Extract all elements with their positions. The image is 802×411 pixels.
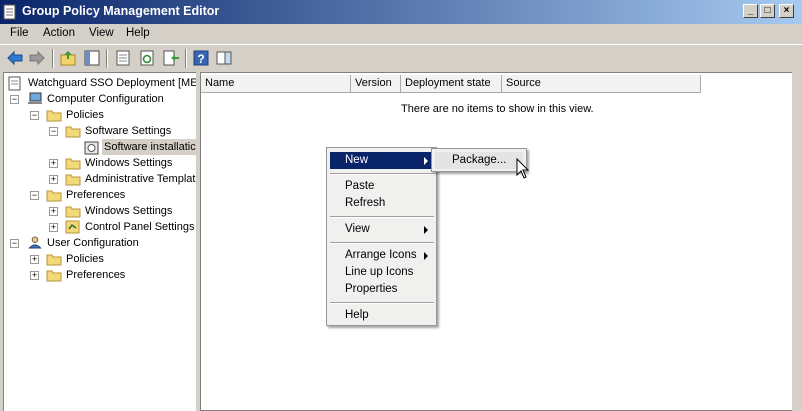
new-submenu: Package... bbox=[431, 148, 527, 172]
menu-help[interactable]: Help bbox=[126, 27, 150, 39]
tree-policies[interactable]: − Policies bbox=[4, 107, 194, 123]
tree-windows-settings-label: Windows Settings bbox=[85, 157, 173, 169]
toolbar: ? bbox=[0, 44, 802, 72]
tree-user-preferences-label: Preferences bbox=[66, 269, 126, 281]
mouse-cursor-icon bbox=[516, 158, 530, 179]
tree-preferences[interactable]: − Preferences bbox=[4, 187, 194, 203]
tree-user-preferences[interactable]: + Preferences bbox=[4, 267, 194, 283]
gpo-editor-icon bbox=[3, 4, 16, 20]
folder-icon bbox=[65, 174, 81, 186]
column-header-deployment-state[interactable]: Deployment state bbox=[401, 75, 502, 93]
tree-software-settings-label: Software Settings bbox=[85, 125, 172, 137]
tree-preferences-windows-settings[interactable]: + Windows Settings bbox=[4, 203, 194, 219]
refresh-icon[interactable] bbox=[138, 49, 156, 67]
context-menu-properties[interactable]: Properties bbox=[330, 281, 434, 298]
context-menu-view[interactable]: View bbox=[330, 221, 434, 238]
tree-software-installation[interactable]: Software installatic bbox=[4, 139, 196, 155]
expand-toggle[interactable]: + bbox=[49, 175, 58, 184]
collapse-toggle[interactable]: − bbox=[30, 191, 39, 200]
folder-icon bbox=[65, 158, 81, 170]
tree-control-panel-settings-label: Control Panel Settings bbox=[85, 221, 195, 233]
show-hide-tree-icon[interactable] bbox=[83, 49, 101, 67]
export-list-icon[interactable] bbox=[162, 49, 180, 67]
column-header-name[interactable]: Name bbox=[201, 75, 351, 93]
tree-preferences-label: Preferences bbox=[66, 189, 126, 201]
vertical-scrollbar[interactable] bbox=[792, 72, 802, 411]
submenu-arrow-icon bbox=[424, 252, 428, 260]
forward-arrow-icon[interactable] bbox=[28, 49, 46, 67]
minimize-button[interactable]: _ bbox=[743, 4, 758, 18]
expand-toggle[interactable]: + bbox=[49, 207, 58, 216]
tree-user-configuration-label: User Configuration bbox=[47, 237, 139, 249]
folder-icon bbox=[46, 190, 62, 202]
tree-software-installation-label: Software installatic bbox=[102, 139, 196, 155]
title-bar: Group Policy Management Editor _ □ × bbox=[0, 0, 802, 24]
context-menu-line-up-icons[interactable]: Line up Icons bbox=[330, 264, 434, 281]
tree-control-panel-settings[interactable]: + Control Panel Settings bbox=[4, 219, 194, 235]
details-pane[interactable]: Name Version Deployment state Source The… bbox=[200, 72, 792, 411]
back-arrow-icon[interactable] bbox=[6, 49, 24, 67]
column-header-source[interactable]: Source bbox=[502, 75, 701, 93]
close-button[interactable]: × bbox=[779, 4, 794, 18]
expand-toggle[interactable]: + bbox=[49, 223, 58, 232]
folder-icon bbox=[65, 126, 81, 138]
tree-software-settings[interactable]: − Software Settings bbox=[4, 123, 194, 139]
tree-computer-configuration-label: Computer Configuration bbox=[47, 93, 164, 105]
context-menu-new-label: New bbox=[345, 154, 369, 166]
folder-icon bbox=[46, 270, 62, 282]
expand-toggle[interactable]: + bbox=[30, 255, 39, 264]
tree-user-policies[interactable]: + Policies bbox=[4, 251, 194, 267]
collapse-toggle[interactable]: − bbox=[10, 95, 19, 104]
computer-icon bbox=[28, 92, 42, 104]
maximize-button[interactable]: □ bbox=[760, 4, 775, 18]
expand-toggle[interactable]: + bbox=[30, 271, 39, 280]
gpo-icon bbox=[8, 76, 21, 91]
submenu-arrow-icon bbox=[424, 226, 428, 234]
expand-toggle[interactable]: + bbox=[49, 159, 58, 168]
context-menu-view-label: View bbox=[345, 223, 370, 235]
properties-icon[interactable] bbox=[114, 49, 132, 67]
context-menu-new[interactable]: New bbox=[330, 152, 434, 169]
folder-icon bbox=[65, 206, 81, 218]
tree-windows-settings[interactable]: + Windows Settings bbox=[4, 155, 194, 171]
up-folder-icon[interactable] bbox=[59, 49, 77, 67]
menu-bar: File Action View Help bbox=[0, 24, 802, 44]
context-menu-help[interactable]: Help bbox=[330, 307, 434, 324]
tree-administrative-templates-label: Administrative Templat bbox=[85, 173, 196, 185]
window-title: Group Policy Management Editor bbox=[22, 4, 220, 18]
context-menu-refresh[interactable]: Refresh bbox=[330, 195, 434, 212]
menu-file[interactable]: File bbox=[10, 27, 29, 39]
help-icon[interactable]: ? bbox=[192, 49, 210, 67]
folder-icon bbox=[46, 254, 62, 266]
collapse-toggle[interactable]: − bbox=[10, 239, 19, 248]
tree-computer-configuration[interactable]: − Computer Configuration bbox=[4, 91, 194, 107]
svg-text:?: ? bbox=[197, 52, 204, 66]
context-menu-paste[interactable]: Paste bbox=[330, 178, 434, 195]
software-installation-icon bbox=[84, 141, 99, 155]
folder-icon bbox=[46, 110, 62, 122]
show-action-pane-icon[interactable] bbox=[215, 49, 233, 67]
tree-policies-label: Policies bbox=[66, 109, 104, 121]
context-menu-arrange-icons[interactable]: Arrange Icons bbox=[330, 247, 434, 264]
user-icon bbox=[28, 236, 42, 249]
tree-user-policies-label: Policies bbox=[66, 253, 104, 265]
tree-root-label: Watchguard SSO Deployment [MEL bbox=[28, 77, 196, 89]
menu-view[interactable]: View bbox=[89, 27, 114, 39]
tree-administrative-templates[interactable]: + Administrative Templat bbox=[4, 171, 196, 187]
console-tree: Watchguard SSO Deployment [MEL − Compute… bbox=[3, 72, 196, 411]
context-menu: New Paste Refresh View Arrange Icons Lin… bbox=[326, 147, 437, 326]
empty-view-message: There are no items to show in this view. bbox=[401, 103, 594, 115]
collapse-toggle[interactable]: − bbox=[30, 111, 39, 120]
collapse-toggle[interactable]: − bbox=[49, 127, 58, 136]
tree-user-configuration[interactable]: − User Configuration bbox=[4, 235, 194, 251]
control-panel-icon bbox=[65, 220, 80, 234]
menu-action[interactable]: Action bbox=[43, 27, 75, 39]
submenu-package[interactable]: Package... bbox=[435, 152, 523, 169]
context-menu-arrange-icons-label: Arrange Icons bbox=[345, 249, 417, 261]
column-header-version[interactable]: Version bbox=[351, 75, 401, 93]
tree-preferences-windows-settings-label: Windows Settings bbox=[85, 205, 173, 217]
submenu-arrow-icon bbox=[424, 157, 428, 165]
